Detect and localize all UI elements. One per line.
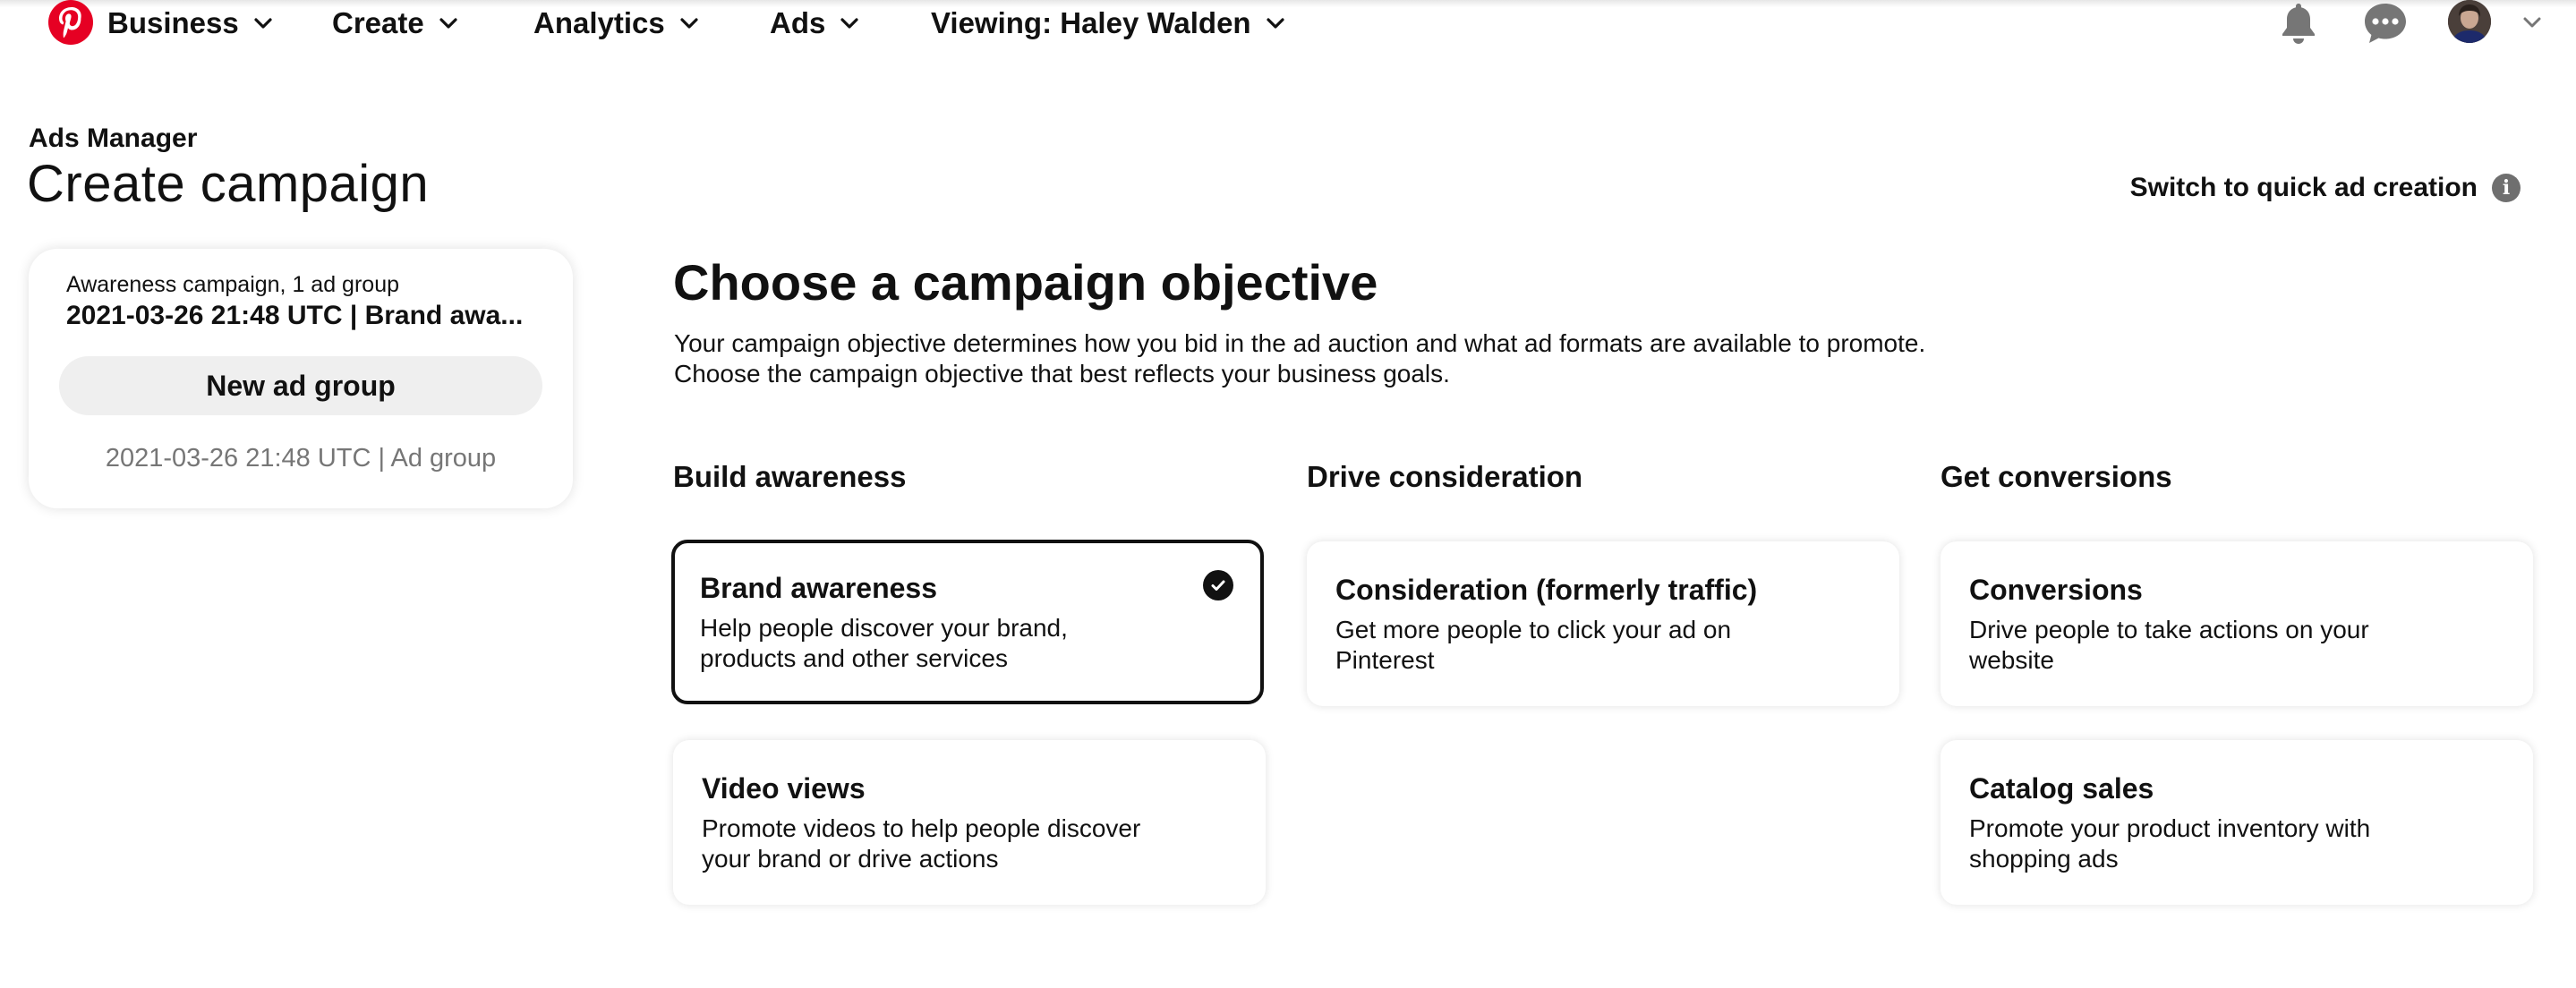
objective-card-title: Consideration (formerly traffic) [1335, 574, 1758, 606]
objective-card-description: Get more people to click your ad on Pint… [1335, 615, 1801, 676]
nav-analytics[interactable]: Analytics [533, 0, 701, 47]
objective-card-title: Conversions [1969, 574, 2143, 606]
group-heading-get-conversions: Get conversions [1941, 460, 2172, 493]
nav-viewing-account[interactable]: Viewing: Haley Walden [931, 0, 1287, 47]
campaign-subtitle: Awareness campaign, 1 ad group [66, 272, 399, 297]
objective-card-description: Drive people to take actions on your web… [1969, 615, 2435, 676]
objective-card-description: Promote your product inventory with shop… [1969, 813, 2435, 874]
nav-ads-label: Ads [770, 6, 826, 39]
top-nav: Business Create Analytics Ads Viewing: H… [0, 0, 2576, 50]
nav-analytics-label: Analytics [533, 6, 665, 39]
new-ad-group-button[interactable]: New ad group [59, 356, 542, 415]
objective-card-conversions[interactable]: Conversions Drive people to take actions… [1941, 541, 2533, 706]
objective-section-title: Choose a campaign objective [673, 254, 1378, 311]
chevron-down-icon [840, 18, 858, 29]
nav-create-label: Create [332, 6, 424, 39]
objective-card-description-line: Pinterest [1335, 646, 1435, 674]
ad-group-item[interactable]: 2021-03-26 21:48 UTC | Ad group [29, 444, 573, 473]
nav-business-label: Business [107, 6, 239, 39]
switch-to-quick-ad-creation-link[interactable]: Switch to quick ad creation i [2130, 173, 2521, 203]
pinterest-logo[interactable] [48, 0, 93, 45]
objective-card-description-line: shopping ads [1969, 845, 2119, 873]
account-menu-chevron-icon[interactable] [2521, 11, 2544, 34]
objective-card-title: Video views [702, 772, 866, 805]
campaign-name[interactable]: 2021-03-26 21:48 UTC | Brand awa... [66, 301, 541, 331]
objective-card-brand-awareness[interactable]: Brand awareness Help people discover you… [671, 540, 1264, 704]
objective-description-line-1: Your campaign objective determines how y… [674, 329, 1926, 357]
chat-icon[interactable] [2363, 2, 2408, 45]
objective-card-description-line: products and other services [700, 644, 1008, 672]
selected-check-icon [1203, 570, 1233, 600]
pinterest-p-icon [59, 7, 81, 38]
avatar[interactable] [2448, 0, 2491, 43]
objective-card-description-line: your brand or drive actions [702, 845, 999, 873]
objective-description: Your campaign objective determines how y… [674, 328, 1925, 389]
objective-card-title: Brand awareness [700, 572, 938, 604]
nav-ads[interactable]: Ads [770, 0, 861, 47]
chevron-down-icon [680, 18, 698, 29]
objective-card-title: Catalog sales [1969, 772, 2154, 805]
campaign-summary-card: Awareness campaign, 1 ad group 2021-03-2… [29, 249, 573, 508]
objective-card-description-line: website [1969, 646, 2054, 674]
objective-card-description-line: Promote videos to help people discover [702, 814, 1141, 842]
objective-card-catalog-sales[interactable]: Catalog sales Promote your product inven… [1941, 740, 2533, 905]
objective-card-description: Help people discover your brand, product… [700, 613, 1165, 674]
objective-description-line-2: Choose the campaign objective that best … [674, 360, 1450, 388]
group-heading-drive-consideration: Drive consideration [1307, 460, 1583, 493]
nav-create[interactable]: Create [332, 0, 460, 47]
nav-viewing-label: Viewing: Haley Walden [931, 6, 1251, 39]
info-icon[interactable]: i [2492, 174, 2521, 202]
objective-card-description-line: Promote your product inventory with [1969, 814, 2371, 842]
objective-card-description: Promote videos to help people discover y… [702, 813, 1167, 874]
objective-card-description-line: Get more people to click your ad on [1335, 616, 1732, 643]
breadcrumb-ads-manager: Ads Manager [29, 124, 198, 153]
chevron-down-icon [1266, 18, 1284, 29]
nav-business[interactable]: Business [107, 0, 275, 47]
objective-card-consideration[interactable]: Consideration (formerly traffic) Get mor… [1307, 541, 1899, 706]
objective-card-video-views[interactable]: Video views Promote videos to help peopl… [673, 740, 1266, 905]
objective-card-description-line: Drive people to take actions on your [1969, 616, 2369, 643]
chevron-down-icon [254, 18, 272, 29]
quick-link-label: Switch to quick ad creation [2129, 173, 2478, 202]
objective-card-description-line: Help people discover your brand, [700, 614, 1068, 642]
user-photo-icon [2448, 0, 2491, 43]
chevron-down-icon [439, 18, 457, 29]
page-title: Create campaign [27, 155, 430, 213]
group-heading-build-awareness: Build awareness [673, 460, 907, 493]
bell-icon[interactable] [2279, 2, 2318, 47]
